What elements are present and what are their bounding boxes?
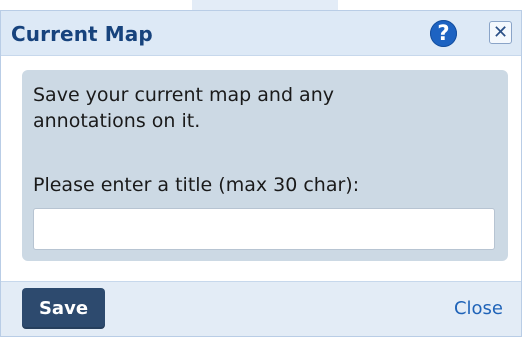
close-link[interactable]: Close (454, 298, 503, 319)
dialog-titlebar: Current Map ? ✕ (1, 11, 521, 56)
close-icon[interactable]: ✕ (489, 21, 512, 44)
dialog-title: Current Map (11, 22, 153, 46)
title-field-label: Please enter a title (max 30 char): (33, 174, 360, 196)
save-button[interactable]: Save (22, 288, 105, 329)
dialog-footer: Save Close (1, 281, 521, 336)
current-map-dialog: Current Map ? ✕ Save your current map an… (0, 10, 522, 337)
title-input[interactable] (33, 208, 495, 250)
dialog-description: Save your current map and any annotation… (33, 84, 334, 132)
help-icon[interactable]: ? (430, 20, 457, 47)
content-panel: Save your current map and any annotation… (22, 70, 508, 261)
